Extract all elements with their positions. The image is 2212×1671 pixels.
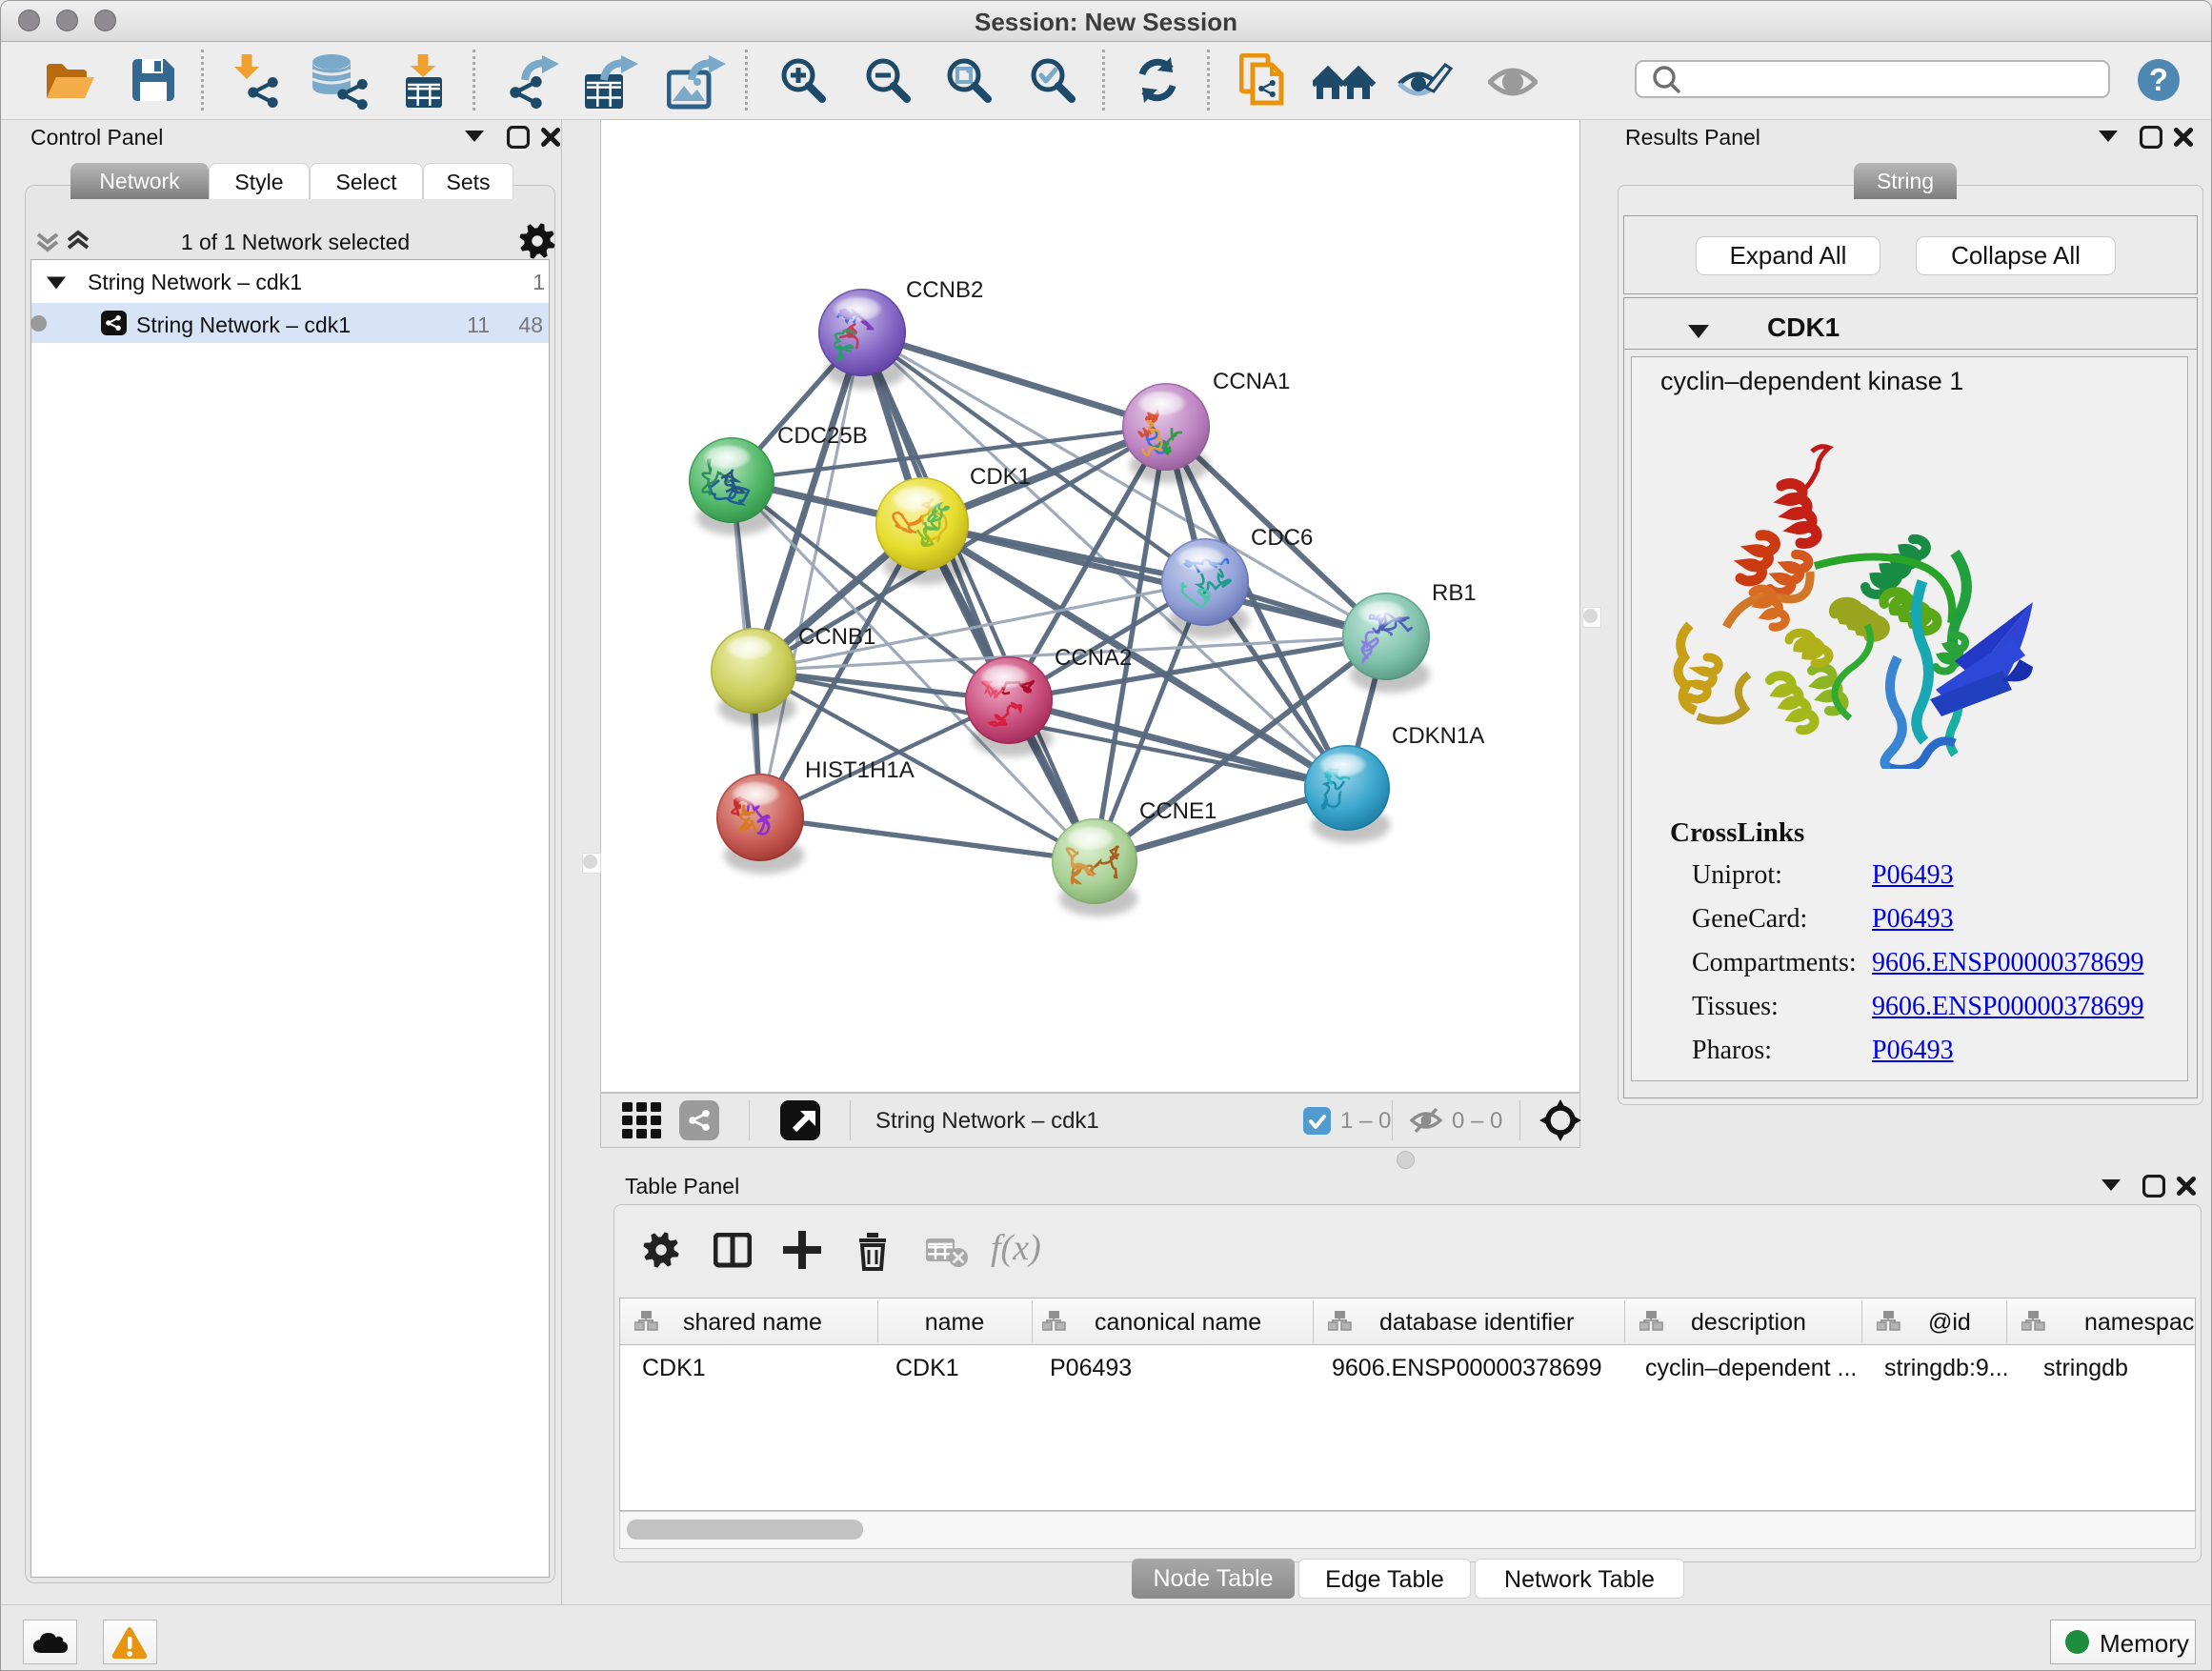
svg-text:CDK1: CDK1 xyxy=(970,464,1031,490)
svg-text:RB1: RB1 xyxy=(1432,580,1477,606)
svg-text:CDC6: CDC6 xyxy=(1251,525,1313,551)
svg-text:CDKN1A: CDKN1A xyxy=(1392,723,1484,749)
svg-text:HIST1H1A: HIST1H1A xyxy=(805,757,915,783)
svg-text:CDC25B: CDC25B xyxy=(777,423,868,449)
svg-text:CCNA2: CCNA2 xyxy=(1055,645,1132,671)
svg-text:CCNA1: CCNA1 xyxy=(1213,369,1290,394)
svg-text:CCNB1: CCNB1 xyxy=(798,624,875,650)
svg-text:CCNE1: CCNE1 xyxy=(1139,798,1217,824)
svg-text:CCNB2: CCNB2 xyxy=(906,277,983,303)
